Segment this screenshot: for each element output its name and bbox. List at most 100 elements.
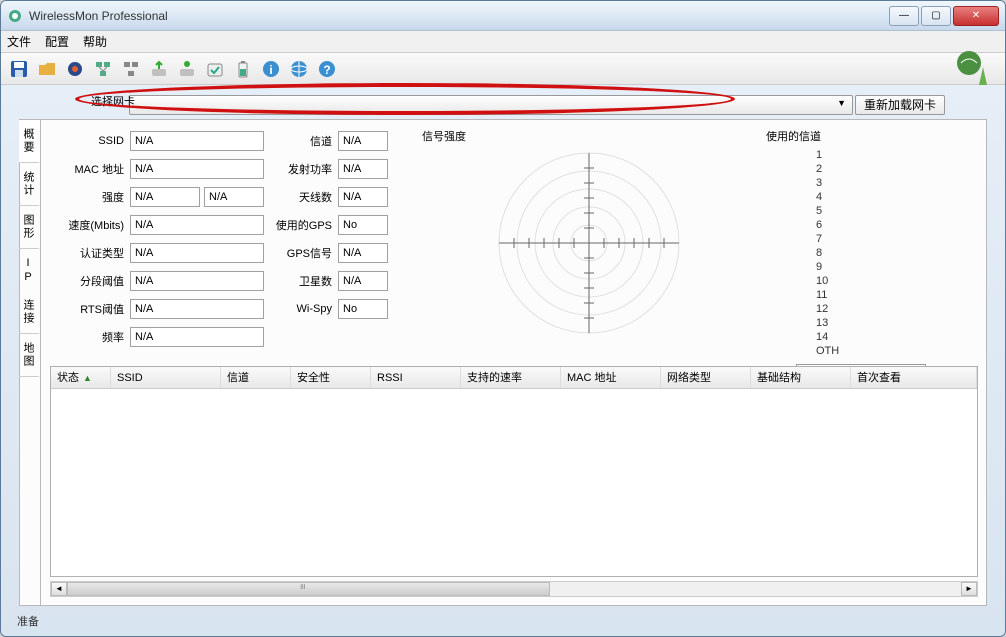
menu-config[interactable]: 配置: [45, 33, 69, 50]
toolbar: i ?: [1, 53, 1005, 85]
maximize-button[interactable]: ▢: [921, 6, 951, 26]
upper-section: SSID N/A 信道 N/A MAC 地址 N/A 发射功率 N/A 强度 N…: [52, 128, 976, 358]
status-text: 准备: [17, 616, 39, 628]
channel-row: 11: [816, 288, 976, 302]
channel-row: 7: [816, 232, 976, 246]
minimize-button[interactable]: —: [889, 6, 919, 26]
mac-label: MAC 地址: [52, 161, 126, 177]
channel-list: 1234567891011121314OTH: [766, 148, 976, 358]
col-infra[interactable]: 基础结构: [751, 367, 851, 388]
radar-chart: [494, 148, 684, 338]
app-logo-icon: [953, 47, 993, 87]
run1-icon[interactable]: [147, 57, 171, 81]
wispy-field[interactable]: No: [338, 299, 388, 319]
channel-row: OTH: [816, 344, 976, 358]
frag-field[interactable]: N/A: [130, 271, 264, 291]
window-controls: — ▢ ✕: [889, 6, 999, 26]
tab-graph[interactable]: 图形: [19, 206, 40, 249]
speed-field[interactable]: N/A: [130, 215, 264, 235]
adapter-select[interactable]: [129, 95, 853, 115]
speed-label: 速度(Mbits): [52, 217, 126, 233]
channel-field[interactable]: N/A: [338, 131, 388, 151]
sat-field[interactable]: N/A: [338, 271, 388, 291]
folder-icon[interactable]: [35, 57, 59, 81]
channel-row: 6: [816, 218, 976, 232]
tab-map[interactable]: 地图: [19, 334, 40, 377]
signal-title: 信号强度: [422, 128, 756, 144]
scroll-left-button[interactable]: ◄: [51, 582, 67, 596]
run2-icon[interactable]: [175, 57, 199, 81]
channel-panel: 使用的信道 1234567891011121314OTH 信道使用 B/G/N: [766, 128, 976, 358]
rts-field[interactable]: N/A: [130, 299, 264, 319]
txpower-field[interactable]: N/A: [338, 159, 388, 179]
channel-row: 2: [816, 162, 976, 176]
fields-grid: SSID N/A 信道 N/A MAC 地址 N/A 发射功率 N/A 强度 N…: [52, 128, 412, 358]
reload-adapter-button[interactable]: 重新加载网卡: [855, 95, 945, 115]
wispy-label: Wi-Spy: [268, 303, 334, 315]
signal-panel: 信号强度: [422, 128, 756, 358]
tab-ipconn[interactable]: IP 连接: [19, 249, 40, 334]
strength-field2[interactable]: N/A: [204, 187, 264, 207]
grid-header: 状态▲ SSID 信道 安全性 RSSI 支持的速率 MAC 地址 网络类型 基…: [51, 367, 977, 389]
horizontal-scrollbar[interactable]: ◄ ►: [50, 581, 978, 597]
col-channel[interactable]: 信道: [221, 367, 291, 388]
channels-title: 使用的信道: [766, 128, 976, 144]
channel-row: 12: [816, 302, 976, 316]
network2-icon[interactable]: [119, 57, 143, 81]
window-title: WirelessMon Professional: [29, 9, 889, 23]
channel-row: 13: [816, 316, 976, 330]
app-icon: [7, 8, 23, 24]
mac-field[interactable]: N/A: [130, 159, 264, 179]
auth-label: 认证类型: [52, 245, 126, 261]
col-nettype[interactable]: 网络类型: [661, 367, 751, 388]
scroll-right-button[interactable]: ►: [961, 582, 977, 596]
side-tabs: 概要 统计 图形 IP 连接 地图: [19, 120, 41, 605]
tab-stats[interactable]: 统计: [19, 163, 40, 206]
auth-field[interactable]: N/A: [130, 243, 264, 263]
target-icon[interactable]: [63, 57, 87, 81]
frag-label: 分段阈值: [52, 273, 126, 289]
menu-file[interactable]: 文件: [7, 33, 31, 50]
col-rssi[interactable]: RSSI: [371, 367, 461, 388]
gps-label: 使用的GPS: [268, 217, 334, 233]
check-icon[interactable]: [203, 57, 227, 81]
col-security[interactable]: 安全性: [291, 367, 371, 388]
channel-row: 4: [816, 190, 976, 204]
help-icon[interactable]: ?: [315, 57, 339, 81]
channel-row: 8: [816, 246, 976, 260]
ssid-label: SSID: [52, 135, 126, 147]
menu-help[interactable]: 帮助: [83, 33, 107, 50]
scroll-thumb[interactable]: [67, 582, 550, 596]
channel-row: 5: [816, 204, 976, 218]
ssid-field[interactable]: N/A: [130, 131, 264, 151]
network-grid: 状态▲ SSID 信道 安全性 RSSI 支持的速率 MAC 地址 网络类型 基…: [50, 366, 978, 577]
globe-icon[interactable]: [287, 57, 311, 81]
col-firstseen[interactable]: 首次查看: [851, 367, 977, 388]
info-icon[interactable]: i: [259, 57, 283, 81]
tab-summary[interactable]: 概要: [19, 120, 40, 163]
content-area: SSID N/A 信道 N/A MAC 地址 N/A 发射功率 N/A 强度 N…: [42, 120, 986, 605]
scroll-track[interactable]: [67, 582, 961, 596]
col-ssid[interactable]: SSID: [111, 367, 221, 388]
col-rates[interactable]: 支持的速率: [461, 367, 561, 388]
channel-row: 1: [816, 148, 976, 162]
col-mac[interactable]: MAC 地址: [561, 367, 661, 388]
channel-row: 10: [816, 274, 976, 288]
channel-row: 14: [816, 330, 976, 344]
freq-field[interactable]: N/A: [130, 327, 264, 347]
sort-asc-icon: ▲: [83, 373, 92, 383]
col-status[interactable]: 状态▲: [51, 367, 111, 388]
battery-icon[interactable]: [231, 57, 255, 81]
close-button[interactable]: ✕: [953, 6, 999, 26]
adapter-row: 选择网卡 重新加载网卡: [1, 91, 1005, 119]
main-panel: 概要 统计 图形 IP 连接 地图 SSID N/A 信道 N/A MAC 地址…: [19, 119, 987, 606]
ant-field[interactable]: N/A: [338, 187, 388, 207]
gps-field[interactable]: No: [338, 215, 388, 235]
gpssig-field[interactable]: N/A: [338, 243, 388, 263]
menubar: 文件 配置 帮助: [1, 31, 1005, 53]
txpower-label: 发射功率: [268, 161, 334, 177]
channel-row: 3: [816, 176, 976, 190]
network1-icon[interactable]: [91, 57, 115, 81]
strength-field1[interactable]: N/A: [130, 187, 200, 207]
save-icon[interactable]: [7, 57, 31, 81]
